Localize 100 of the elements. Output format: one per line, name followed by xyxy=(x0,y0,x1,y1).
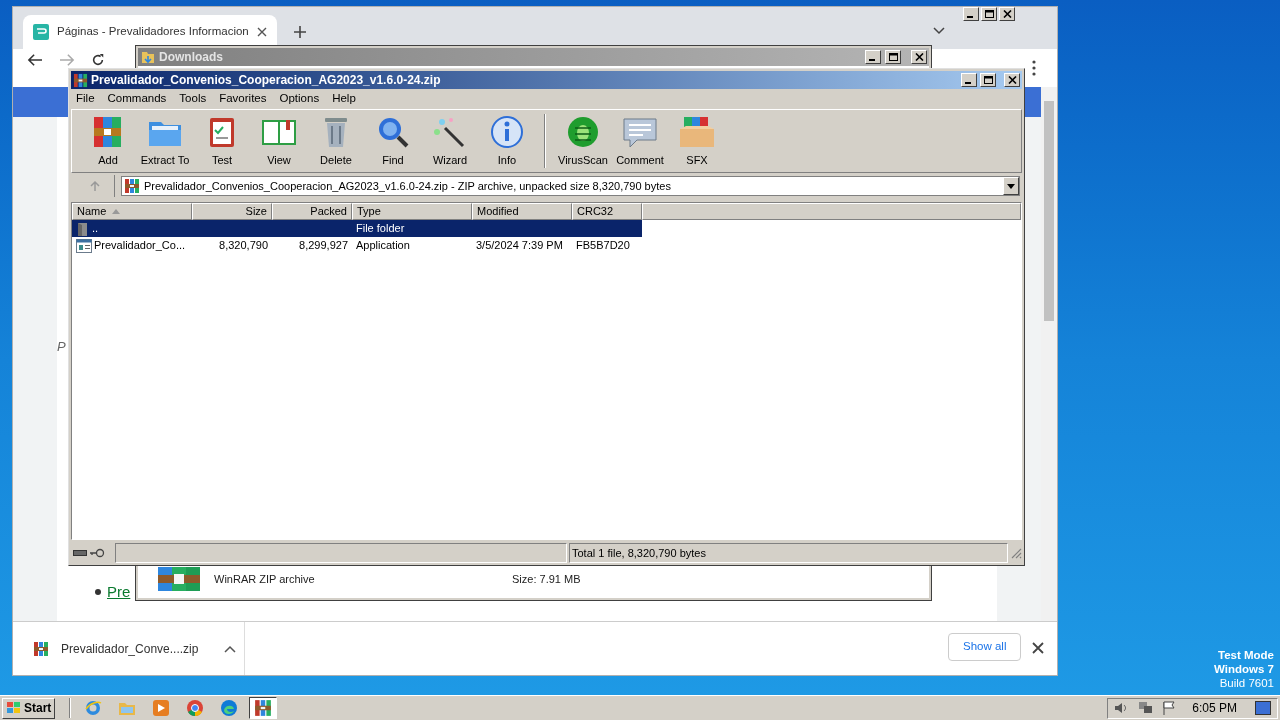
minimize-button[interactable] xyxy=(963,7,979,21)
maximize-icon xyxy=(984,10,994,18)
play-icon xyxy=(152,699,171,717)
toolbar-button[interactable]: Test xyxy=(194,112,250,170)
archive-icon xyxy=(156,565,202,593)
toolbar-button[interactable]: Info xyxy=(479,112,535,170)
taskbar-button[interactable] xyxy=(249,697,278,719)
archive-icon xyxy=(33,640,49,657)
table-cell-text: FB5B7D20 xyxy=(576,238,630,254)
close-icon xyxy=(914,53,924,61)
toolbar-button[interactable]: Comment xyxy=(612,112,668,170)
close-button[interactable] xyxy=(1004,73,1020,87)
column-header[interactable]: Type xyxy=(352,203,472,220)
close-icon xyxy=(1007,76,1017,84)
toolbar-button[interactable]: Delete xyxy=(308,112,364,170)
network-icon[interactable] xyxy=(1138,701,1155,715)
reload-icon[interactable] xyxy=(91,53,105,67)
window-title: Prevalidador_Convenios_Cooperacion_AG2023_v1.6.0-24.zip xyxy=(91,72,442,89)
maximize-button[interactable] xyxy=(981,7,997,21)
caret-down-icon xyxy=(1007,183,1015,189)
kebab-menu-icon[interactable] xyxy=(1032,60,1036,76)
show-desktop-icon[interactable] xyxy=(1255,701,1271,715)
window-title: Downloads xyxy=(159,49,224,66)
column-header[interactable]: Modified xyxy=(472,203,572,220)
table-cell-text: File folder xyxy=(356,221,405,237)
file-row[interactable]: Prevalidador_Co... 8,320,790 8,299,927 Application 3/5/2024 7:39 PM FB5B7D20 xyxy=(72,237,642,254)
close-icon[interactable] xyxy=(1032,642,1044,654)
file-row[interactable]: .. File folder xyxy=(72,220,642,237)
archive-icon xyxy=(124,178,140,194)
table-cell-text: 8,299,927 xyxy=(299,238,348,254)
toolbar-button[interactable]: Extract To xyxy=(137,112,193,170)
new-tab-icon[interactable] xyxy=(292,25,307,39)
flag-icon[interactable] xyxy=(1162,701,1177,715)
resize-grip-icon[interactable] xyxy=(1010,547,1022,559)
address-field[interactable]: Prevalidador_Convenios_Cooperacion_AG2023_v1.6.0-24.zip - ZIP archive, unpacked size 8,320,790 bytes xyxy=(121,176,1020,196)
folder-icon xyxy=(141,50,155,64)
bullet xyxy=(95,589,101,596)
column-header[interactable]: CRC32 xyxy=(572,203,642,220)
toolbar-button[interactable]: View xyxy=(251,112,307,170)
up-arrow-icon xyxy=(88,180,101,192)
toolbar-button[interactable]: SFX xyxy=(669,112,725,170)
tab-title: Páginas - Prevalidadores Informacion xyxy=(57,24,249,40)
column-header[interactable]: Size xyxy=(192,203,272,220)
toolbar-button[interactable]: Wizard xyxy=(422,112,478,170)
maximize-button[interactable] xyxy=(980,73,996,87)
chevron-down-icon[interactable] xyxy=(933,27,945,35)
archive-icon xyxy=(73,72,88,88)
download-item[interactable]: Prevalidador_Conve....zip xyxy=(13,622,245,675)
os-notice: Build 7601 xyxy=(1219,676,1274,690)
maximize-icon xyxy=(983,76,993,84)
start-button[interactable]: Start xyxy=(2,697,56,719)
italic-text: P xyxy=(57,338,66,356)
drive-icon xyxy=(73,549,87,557)
browser-tab[interactable]: Páginas - Prevalidadores Informacion xyxy=(23,15,277,49)
windows-logo-icon xyxy=(6,701,22,715)
minimize-button[interactable] xyxy=(865,50,881,64)
download-file-name: Prevalidador_Conve....zip xyxy=(61,640,199,658)
close-button[interactable] xyxy=(999,7,1015,21)
dropdown-button[interactable] xyxy=(1003,177,1019,195)
site-favicon xyxy=(33,24,49,40)
minimize-icon xyxy=(967,15,973,18)
maximize-icon xyxy=(888,53,898,61)
folder-icon xyxy=(76,220,90,237)
minimize-icon xyxy=(965,81,971,84)
close-icon[interactable] xyxy=(256,27,267,37)
show-all-button[interactable]: Show all xyxy=(948,633,1022,661)
application-icon xyxy=(76,238,92,253)
scrollbar-thumb[interactable] xyxy=(1044,101,1054,321)
table-cell-text: 8,320,790 xyxy=(219,238,268,254)
back-arrow-icon[interactable] xyxy=(27,53,43,67)
minimize-icon xyxy=(869,58,875,61)
os-notice: Windows 7 xyxy=(1214,662,1274,676)
table-cell-text: .. xyxy=(92,221,99,237)
clock: 6:05 PM xyxy=(1192,700,1237,717)
menu-item[interactable]: Commands xyxy=(107,89,167,108)
key-icon xyxy=(89,548,105,558)
menu-item[interactable]: Favorites xyxy=(219,89,267,108)
maximize-button[interactable] xyxy=(885,50,901,64)
info-icon xyxy=(488,113,526,150)
chevron-up-icon[interactable] xyxy=(224,644,237,653)
status-text: Total 1 file, 8,320,790 bytes xyxy=(572,545,706,561)
file-type: WinRAR ZIP archive xyxy=(214,571,315,587)
browser-e-icon xyxy=(84,699,103,717)
toolbar-button[interactable]: VirusScan xyxy=(555,112,611,170)
menu-item[interactable]: Help xyxy=(332,89,356,108)
table-cell-text: 3/5/2024 7:39 PM xyxy=(476,238,563,254)
menu-item[interactable]: Tools xyxy=(179,89,207,108)
column-header[interactable]: Packed xyxy=(272,203,352,220)
minimize-button[interactable] xyxy=(961,73,977,87)
toolbar-button[interactable]: Add xyxy=(80,112,136,170)
column-header[interactable]: Name xyxy=(72,203,192,220)
archive-icon xyxy=(254,699,273,717)
page-link[interactable]: Pre xyxy=(107,581,131,604)
menu-item[interactable]: Options xyxy=(279,89,320,108)
os-notice: Test Mode xyxy=(1218,648,1274,662)
chrome-icon xyxy=(186,699,205,717)
close-button[interactable] xyxy=(911,50,927,64)
toolbar-button[interactable]: Find xyxy=(365,112,421,170)
edge-icon xyxy=(220,699,239,717)
menu-item[interactable]: File xyxy=(76,89,95,108)
